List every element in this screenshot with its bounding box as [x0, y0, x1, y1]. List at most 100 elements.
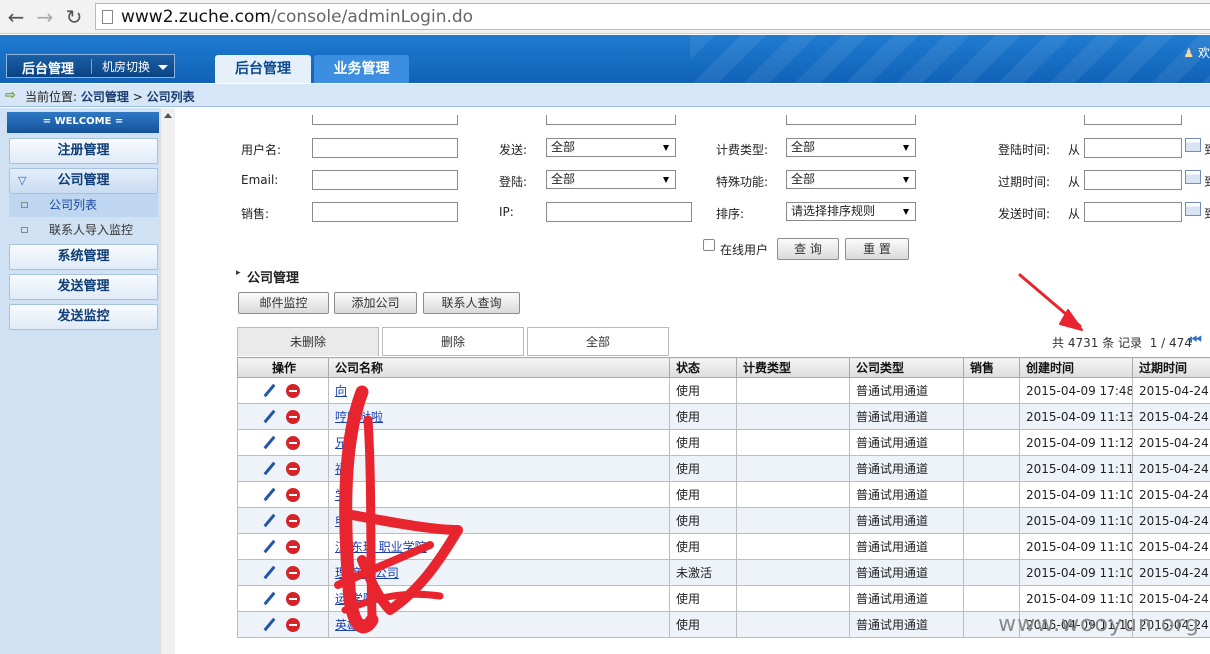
sidebar-item-system[interactable]: 系统管理	[9, 244, 158, 270]
billing-type-select[interactable]: 全部	[786, 138, 916, 157]
col-created[interactable]: 创建时间	[1019, 357, 1133, 378]
col-billing[interactable]: 计费类型	[736, 357, 850, 378]
mail-monitor-button[interactable]: 邮件监控	[238, 292, 329, 314]
reset-button[interactable]: 重 置	[845, 238, 909, 260]
special-feature-select[interactable]: 全部	[786, 170, 916, 189]
company-name-link[interactable]: 江 东理 职业学院	[328, 533, 670, 560]
login-time-from[interactable]	[1084, 138, 1182, 158]
address-bar[interactable]: www2.zuche.com/console/adminLogin.do	[95, 3, 1210, 30]
calendar-icon[interactable]	[1185, 202, 1201, 216]
edit-icon[interactable]	[262, 436, 276, 450]
calendar-icon[interactable]	[1185, 138, 1201, 152]
company-link[interactable]: 哼哼哒啦	[335, 410, 383, 424]
username-input[interactable]	[312, 138, 458, 158]
company-link[interactable]: 向	[335, 384, 347, 398]
send-time-from[interactable]	[1084, 202, 1182, 222]
delete-icon[interactable]	[286, 591, 300, 606]
status-cell: 使用	[669, 611, 737, 638]
edit-icon[interactable]	[262, 384, 276, 398]
room-switch[interactable]: 机房切换	[102, 58, 150, 75]
edit-icon[interactable]	[262, 514, 276, 528]
reload-icon[interactable]: ↻	[62, 4, 86, 30]
delete-icon[interactable]	[286, 565, 300, 580]
delete-icon[interactable]	[286, 435, 300, 450]
col-expires[interactable]: 过期时间	[1132, 357, 1210, 378]
delete-icon[interactable]	[286, 617, 300, 632]
login-select[interactable]: 全部	[546, 170, 676, 189]
tab-admin[interactable]: 后台管理	[215, 55, 311, 83]
tab-not-deleted[interactable]: 未删除	[237, 327, 379, 356]
company-link[interactable]: 英雄联	[335, 618, 371, 632]
to-label: 到	[1204, 205, 1210, 222]
delete-icon[interactable]	[286, 539, 300, 554]
chevron-down-icon[interactable]	[158, 65, 168, 70]
delete-icon[interactable]	[286, 461, 300, 476]
sidebar-item-contact-import[interactable]: 联系人导入监控	[9, 219, 158, 242]
billing-cell	[736, 377, 850, 404]
table-row: 学 使用 普通试用通道 2015-04-09 11:102015-04-24 1	[237, 481, 1210, 508]
tab-business[interactable]: 业务管理	[314, 55, 409, 83]
edit-icon[interactable]	[262, 462, 276, 476]
edit-icon[interactable]	[262, 410, 276, 424]
sidebar-item-send[interactable]: 发送管理	[9, 274, 158, 300]
back-icon[interactable]: ←	[4, 4, 28, 30]
company-link[interactable]: 运 学院	[335, 592, 375, 606]
edit-icon[interactable]	[262, 566, 276, 580]
breadcrumb-level1[interactable]: 公司管理	[81, 90, 129, 104]
company-type-cell: 普通试用通道	[849, 611, 964, 638]
col-sales[interactable]: 销售	[963, 357, 1020, 378]
company-name-link[interactable]: 申	[328, 507, 670, 534]
email-input[interactable]	[312, 170, 458, 190]
tab-all[interactable]: 全部	[527, 327, 669, 356]
row-actions	[237, 429, 329, 456]
col-company-type[interactable]: 公司类型	[849, 357, 964, 378]
company-name-link[interactable]: 运 学院	[328, 585, 670, 612]
sidebar-item-send-monitor[interactable]: 发送监控	[9, 304, 158, 330]
company-link[interactable]: 福	[335, 462, 347, 476]
sidebar-item-company[interactable]: ▽ 公司管理	[9, 168, 158, 194]
sales-cell	[963, 585, 1020, 612]
delete-icon[interactable]	[286, 409, 300, 424]
delete-icon[interactable]	[286, 487, 300, 502]
company-name-link[interactable]: 英雄联	[328, 611, 670, 638]
edit-icon[interactable]	[262, 618, 276, 632]
company-link[interactable]: 江 东理 职业学院	[335, 540, 427, 554]
calendar-icon[interactable]	[1185, 170, 1201, 184]
company-name-link[interactable]: 兄	[328, 429, 670, 456]
company-name-link[interactable]: 向	[328, 377, 670, 404]
ip-input[interactable]	[546, 202, 692, 222]
sales-input[interactable]	[312, 202, 458, 222]
company-type-cell: 普通试用通道	[849, 585, 964, 612]
expire-time-from[interactable]	[1084, 170, 1182, 190]
send-select[interactable]: 全部	[546, 138, 676, 157]
col-company-name[interactable]: 公司名称	[328, 357, 670, 378]
col-status[interactable]: 状态	[669, 357, 737, 378]
delete-icon[interactable]	[286, 383, 300, 398]
edit-icon[interactable]	[262, 488, 276, 502]
tab-deleted[interactable]: 删除	[382, 327, 524, 356]
delete-icon[interactable]	[286, 513, 300, 528]
company-link[interactable]: 申	[335, 514, 347, 528]
sidebar-item-register[interactable]: 注册管理	[9, 138, 158, 164]
company-name-link[interactable]: 哼哼哒啦	[328, 403, 670, 430]
online-users-checkbox[interactable]	[703, 239, 715, 251]
company-name-link[interactable]: 福	[328, 455, 670, 482]
query-button[interactable]: 查 询	[777, 238, 839, 260]
company-link[interactable]: 兄	[335, 436, 347, 450]
forward-icon[interactable]: →	[33, 4, 57, 30]
edit-icon[interactable]	[262, 592, 276, 606]
scrollbar[interactable]	[160, 108, 175, 654]
created-cell: 2015-04-09 17:48	[1019, 377, 1133, 404]
first-page-icon[interactable]: ⏮	[1190, 333, 1202, 348]
edit-icon[interactable]	[262, 540, 276, 554]
expires-cell: 2015-04-24 1	[1132, 507, 1210, 534]
company-name-link[interactable]: 学	[328, 481, 670, 508]
add-company-button[interactable]: 添加公司	[334, 292, 417, 314]
sort-select[interactable]: 请选择排序规则	[786, 202, 916, 221]
sidebar-item-company-list[interactable]: 公司列表	[9, 194, 158, 217]
company-name-link[interactable]: 理 商务公司	[328, 559, 670, 586]
company-link[interactable]: 学	[335, 488, 347, 502]
contact-query-button[interactable]: 联系人查询	[423, 292, 520, 314]
company-link[interactable]: 理 商务公司	[335, 566, 399, 580]
admin-menu[interactable]: 后台管理 机房切换	[6, 54, 175, 78]
